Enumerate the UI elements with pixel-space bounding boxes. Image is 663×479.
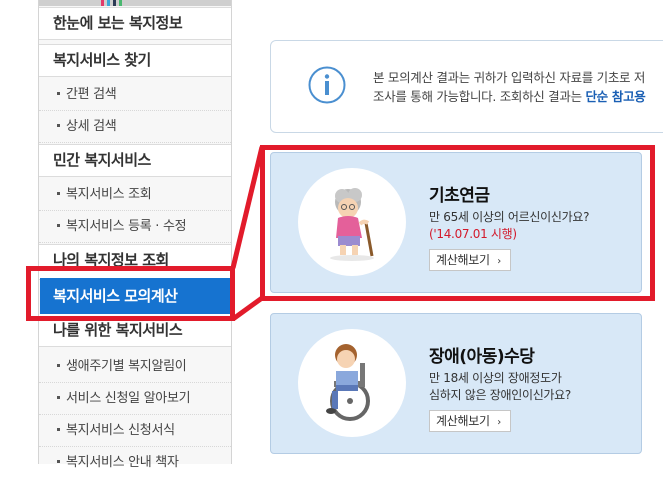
highlight-connector bbox=[230, 146, 265, 322]
